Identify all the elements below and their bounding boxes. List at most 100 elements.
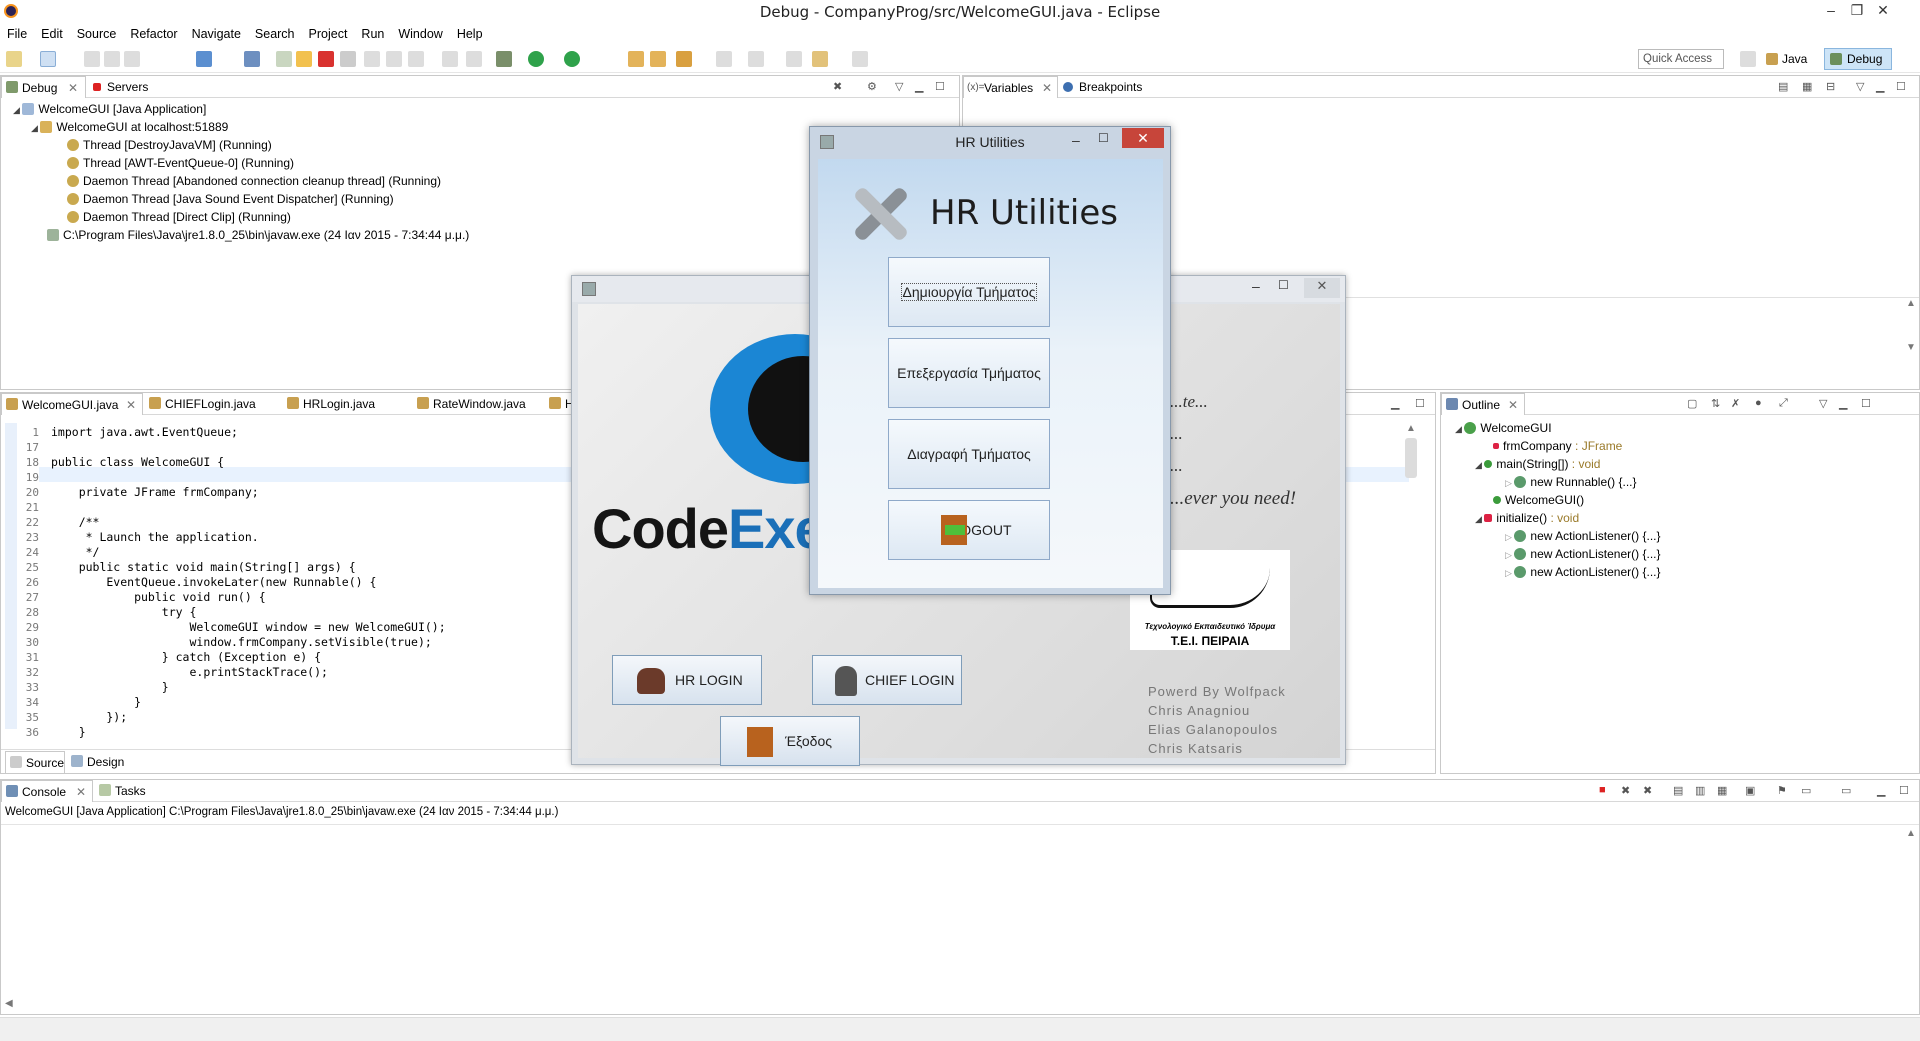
outline-item-method[interactable]: ◢ main(String[]) : void (1475, 455, 1600, 473)
minimize-button[interactable]: – (1818, 0, 1844, 20)
code-line[interactable]: } (51, 695, 141, 710)
create-department-button[interactable]: Δημιουργία Τμήματος (888, 257, 1050, 327)
delete-department-button[interactable]: Διαγραφή Τμήματος (888, 419, 1050, 489)
open-perspective-icon[interactable] (1740, 51, 1756, 67)
word-wrap-icon[interactable]: ▦ (1717, 784, 1727, 797)
tab-tasks[interactable]: Tasks (95, 780, 157, 802)
view-menu-chevron-icon[interactable]: ▽ (1856, 80, 1864, 93)
remove-launch-icon[interactable]: ✖ (1621, 784, 1630, 797)
view-menu-chevron-icon[interactable]: ▽ (895, 80, 903, 93)
save-all-icon[interactable] (104, 51, 120, 67)
hide-nonpublic-icon[interactable]: ● (1755, 397, 1762, 409)
menu-help[interactable]: Help (450, 24, 490, 44)
minimize-view-icon[interactable]: ▁ (1839, 397, 1847, 410)
tree-item-thread[interactable]: Daemon Thread [Java Sound Event Dispatch… (67, 190, 394, 208)
hide-local-types-icon[interactable]: ⤢ (1779, 397, 1788, 410)
remove-launches-icon[interactable]: ✖ (833, 80, 842, 93)
code-line[interactable]: EventQueue.invokeLater(new Runnable() { (51, 575, 376, 590)
code-line[interactable]: try { (51, 605, 197, 620)
step-return-icon[interactable] (408, 51, 424, 67)
prev-annotation-icon[interactable] (748, 51, 764, 67)
outline-item-anon[interactable]: ▷ new ActionListener() {...} (1505, 545, 1661, 563)
minimize-view-icon[interactable]: ▁ (915, 80, 923, 93)
resume-icon[interactable] (276, 51, 292, 67)
close-tab-icon[interactable]: ✕ (68, 77, 78, 99)
code-line[interactable]: WelcomeGUI window = new WelcomeGUI(); (51, 620, 445, 635)
tab-design[interactable]: Design (67, 751, 131, 773)
tab-debug[interactable]: Debug ✕ (1, 76, 86, 98)
suspend-icon[interactable] (296, 51, 312, 67)
save-icon[interactable] (84, 51, 100, 67)
close-tab-icon[interactable]: ✕ (76, 781, 86, 803)
print-icon[interactable] (124, 51, 140, 67)
clear-console-icon[interactable]: ▤ (1673, 784, 1683, 797)
outline-item-class[interactable]: ◢ WelcomeGUI (1455, 419, 1552, 437)
collapse-all-icon[interactable]: ⊟ (1826, 80, 1835, 93)
menu-search[interactable]: Search (248, 24, 302, 44)
welcome-maximize-button[interactable]: ☐ (1278, 278, 1289, 292)
console-hscroll[interactable]: ◀ (5, 998, 1915, 1012)
close-tab-icon[interactable]: ✕ (1508, 394, 1518, 416)
welcome-close-button[interactable]: ✕ (1304, 278, 1340, 298)
next-annotation-icon[interactable] (716, 51, 732, 67)
tab-chieflogin[interactable]: CHIEFLogin.java (145, 393, 281, 415)
tab-variables[interactable]: (x)= Variables ✕ (963, 76, 1058, 98)
perspective-java[interactable]: Java (1762, 49, 1822, 69)
code-line[interactable]: }); (51, 710, 127, 725)
welcome-minimize-button[interactable]: – (1252, 278, 1260, 294)
outline-item-constructor[interactable]: WelcomeGUI() (1493, 491, 1584, 509)
maximize-view-icon[interactable]: ☐ (1899, 784, 1909, 797)
outline-item-anon[interactable]: ▷ new ActionListener() {...} (1505, 563, 1661, 581)
remove-all-icon[interactable]: ✖ (1643, 784, 1652, 797)
code-line[interactable]: public void run() { (51, 590, 266, 605)
scroll-lock-icon[interactable]: ▥ (1695, 784, 1705, 797)
hide-fields-icon[interactable]: ▢ (1687, 397, 1697, 410)
tree-item-thread[interactable]: Thread [AWT-EventQueue-0] (Running) (67, 154, 294, 172)
open-task-icon[interactable] (650, 51, 666, 67)
view-menu-icon[interactable]: ⚙ (867, 80, 877, 93)
tab-outline[interactable]: Outline ✕ (1441, 393, 1525, 415)
code-line[interactable]: window.frmCompany.setVisible(true); (51, 635, 431, 650)
close-tab-icon[interactable]: ✕ (126, 394, 136, 416)
maximize-view-icon[interactable]: ☐ (1896, 80, 1906, 93)
show-on-stdout-icon[interactable]: ▣ (1745, 784, 1755, 797)
tree-item-process[interactable]: C:\Program Files\Java\jre1.8.0_25\bin\ja… (47, 226, 469, 244)
search-icon[interactable] (676, 51, 692, 67)
hr-login-button[interactable]: HR LOGIN (612, 655, 762, 705)
terminal-icon[interactable] (196, 51, 212, 67)
tree-item-thread[interactable]: Daemon Thread [Abandoned connection clea… (67, 172, 441, 190)
last-edit-icon[interactable] (786, 51, 802, 67)
quick-access-input[interactable]: Quick Access (1638, 49, 1724, 69)
open-console-icon[interactable]: ▭ (1841, 784, 1851, 797)
exit-button[interactable]: Έξοδος (720, 716, 860, 766)
editor-vscroll[interactable]: ▲ (1403, 423, 1419, 729)
menu-source[interactable]: Source (70, 24, 124, 44)
outline-item-anon[interactable]: ▷ new Runnable() {...} (1505, 473, 1637, 491)
pin-console-icon[interactable]: ⚑ (1777, 784, 1787, 797)
menu-run[interactable]: Run (354, 24, 391, 44)
new-icon[interactable] (6, 51, 22, 67)
drop-to-frame-icon[interactable] (442, 51, 458, 67)
menu-file[interactable]: File (0, 24, 34, 44)
code-line[interactable]: } catch (Exception e) { (51, 650, 321, 665)
code-line[interactable]: * Launch the application. (51, 530, 259, 545)
menu-refactor[interactable]: Refactor (123, 24, 184, 44)
tab-breakpoints[interactable]: Breakpoints (1059, 76, 1155, 98)
tree-item-thread[interactable]: Daemon Thread [Direct Clip] (Running) (67, 208, 291, 226)
coverage-icon[interactable] (564, 51, 580, 67)
menu-window[interactable]: Window (391, 24, 449, 44)
outline-item-anon[interactable]: ▷ new ActionListener() {...} (1505, 527, 1661, 545)
show-logical-structure-icon[interactable]: ▦ (1802, 80, 1812, 93)
open-type-icon[interactable] (628, 51, 644, 67)
menu-project[interactable]: Project (302, 24, 355, 44)
tab-console[interactable]: Console ✕ (1, 780, 93, 802)
tab-hrlogin[interactable]: HRLogin.java (283, 393, 413, 415)
show-type-names-icon[interactable]: ▤ (1778, 80, 1788, 93)
code-line[interactable]: } (51, 680, 169, 695)
step-over-icon[interactable] (386, 51, 402, 67)
minimize-editor-icon[interactable]: ▁ (1391, 397, 1399, 410)
perspective-debug[interactable]: Debug (1824, 48, 1892, 70)
display-console-icon[interactable]: ▭ (1801, 784, 1811, 797)
maximize-editor-icon[interactable]: ☐ (1415, 397, 1425, 410)
console-vscroll[interactable]: ▲ (1903, 828, 1919, 978)
